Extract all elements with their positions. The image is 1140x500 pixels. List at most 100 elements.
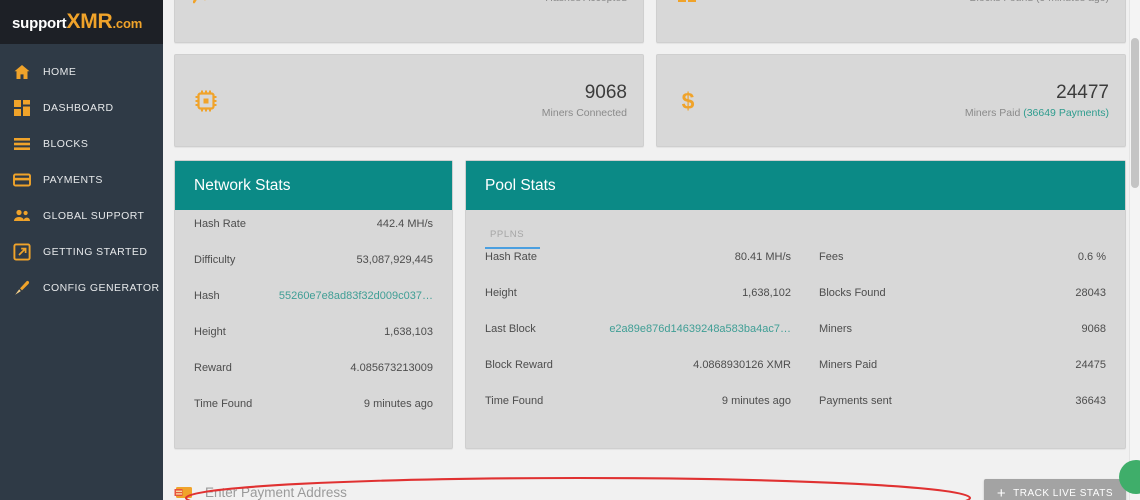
table-row: Miners Paid 24475	[819, 359, 1106, 395]
row-key: Time Found	[194, 398, 253, 410]
plus-icon: +	[996, 484, 1007, 500]
track-live-stats-button[interactable]: + TRACK LIVE STATS	[983, 478, 1126, 500]
sidebar-item-label: DASHBOARD	[43, 102, 114, 114]
row-key: Height	[194, 326, 226, 338]
row-key: Block Reward	[485, 359, 553, 371]
stat-label: Miners Connected	[541, 106, 627, 119]
panel-title: Pool Stats	[485, 176, 556, 194]
row-value: 9 minutes ago	[721, 395, 791, 407]
table-row: Blocks Found 28043	[819, 287, 1106, 323]
row-key: Reward	[194, 362, 232, 374]
stat-label: Hashes Accepted	[223, 0, 627, 4]
payments-icon	[13, 171, 31, 189]
sidebar-item-getting-started[interactable]: GETTING STARTED	[0, 234, 163, 270]
payment-address-input[interactable]	[205, 485, 964, 500]
table-row: Difficulty 53,087,929,445	[194, 254, 433, 290]
row-key: Hash	[194, 290, 220, 302]
stat-card-miners-connected: 9068 Miners Connected	[174, 54, 644, 147]
row-value-link[interactable]: 55260e7e8ad83f32d009c037…	[279, 290, 433, 302]
row-key: Miners	[819, 323, 853, 335]
payment-address-bar: + TRACK LIVE STATS	[174, 465, 1126, 500]
table-row: Height 1,638,103	[194, 326, 433, 362]
stat-card-miners-paid: $ 24477 Miners Paid (36649 Payments)	[656, 54, 1126, 147]
sidebar-item-global-support[interactable]: GLOBAL SUPPORT	[0, 198, 163, 234]
table-row: Height 1,638,102	[485, 287, 791, 323]
sidebar-item-home[interactable]: HOME	[0, 54, 163, 90]
stat-card-hashes-accepted: Hashes Accepted	[174, 0, 644, 43]
stat-cards-row-top: Hashes Accepted Blocks Found (9 minutes …	[174, 0, 1126, 43]
row-key: Fees	[819, 251, 844, 263]
pool-stats-columns: Hash Rate 80.41 MH/s Height 1,638,102 La…	[485, 251, 1106, 431]
sidebar-item-payments[interactable]: PAYMENTS	[0, 162, 163, 198]
table-row: Miners 9068	[819, 323, 1106, 359]
stat-card-body: Hashes Accepted	[223, 0, 627, 4]
sidebar-item-label: HOME	[43, 66, 77, 78]
getting-started-icon	[13, 243, 31, 261]
pool-stats-body: PPLNS Hash Rate 80.41 MH/s Height 1,638,…	[466, 210, 1125, 445]
stat-card-body: Blocks Found (9 minutes ago)	[705, 0, 1109, 4]
stat-value: 9068	[584, 82, 627, 104]
brand-prefix: support	[12, 15, 67, 32]
row-value: 53,087,929,445	[356, 254, 433, 266]
table-row: Time Found 9 minutes ago	[194, 398, 433, 434]
blocks-squares-icon	[675, 0, 705, 8]
main-content: Hashes Accepted Blocks Found (9 minutes …	[163, 0, 1140, 500]
sidebar-item-label: CONFIG GENERATOR	[43, 282, 160, 294]
page-scrollbar-thumb[interactable]	[1131, 38, 1139, 188]
stat-cards-row-second: 9068 Miners Connected $ 24477 Miners Pai…	[174, 54, 1126, 147]
row-value: 9 minutes ago	[363, 398, 433, 410]
brand-logo[interactable]: supportXMR.com	[0, 0, 163, 44]
brand-dotcom: .com	[112, 16, 143, 31]
row-value: 28043	[1075, 287, 1106, 299]
table-row: Hash 55260e7e8ad83f32d009c037…	[194, 290, 433, 326]
row-key: Difficulty	[194, 254, 236, 266]
row-key: Time Found	[485, 395, 544, 407]
row-key: Hash Rate	[194, 218, 246, 230]
row-value: 9068	[1081, 323, 1106, 335]
dashboard-icon	[13, 99, 31, 117]
pool-stats-tabs: PPLNS	[485, 218, 1106, 249]
row-value: 1,638,102	[742, 287, 791, 299]
stat-label-text: Miners Paid	[964, 106, 1024, 119]
brand-text: supportXMR.com	[12, 10, 142, 34]
network-stats-header: Network Stats	[175, 161, 452, 210]
config-generator-icon	[13, 279, 31, 297]
table-row: Reward 4.085673213009	[194, 362, 433, 398]
sidebar-item-label: BLOCKS	[43, 138, 89, 150]
stat-card-body: 24477 Miners Paid (36649 Payments)	[705, 82, 1109, 119]
table-row: Last Block e2a89e876d14639248a583ba4ac7…	[485, 323, 791, 359]
svg-text:$: $	[682, 88, 695, 114]
row-value: 1,638,103	[384, 326, 433, 338]
sidebar-nav: HOME DASHBOARD BLOCKS PAYMENTS GLOBAL SU…	[0, 44, 163, 306]
app-root: supportXMR.com HOME DASHBOARD BLOCKS PAY…	[0, 0, 1140, 500]
stat-label-sub[interactable]: (36649 Payments)	[1023, 107, 1109, 119]
table-row: Hash Rate 80.41 MH/s	[485, 251, 791, 287]
row-value: 36643	[1075, 395, 1106, 407]
panel-title: Network Stats	[194, 176, 291, 194]
sidebar-item-config-generator[interactable]: CONFIG GENERATOR	[0, 270, 163, 306]
wallet-icon	[174, 484, 196, 500]
row-key: Miners Paid	[819, 359, 878, 371]
pool-stats-left-column: Hash Rate 80.41 MH/s Height 1,638,102 La…	[485, 251, 815, 431]
sidebar-item-dashboard[interactable]: DASHBOARD	[0, 90, 163, 126]
network-stats-panel: Network Stats Hash Rate 442.4 MH/s Diffi…	[174, 160, 453, 449]
row-key: Height	[485, 287, 517, 299]
table-row: Time Found 9 minutes ago	[485, 395, 791, 431]
tab-pplns[interactable]: PPLNS	[485, 225, 541, 249]
global-support-icon	[13, 207, 31, 225]
sidebar-item-blocks[interactable]: BLOCKS	[0, 126, 163, 162]
stats-panels: Network Stats Hash Rate 442.4 MH/s Diffi…	[174, 160, 1126, 449]
sidebar: supportXMR.com HOME DASHBOARD BLOCKS PAY…	[0, 0, 163, 500]
stat-card-body: 9068 Miners Connected	[223, 82, 627, 119]
row-key: Blocks Found	[819, 287, 886, 299]
row-value-link[interactable]: e2a89e876d14639248a583ba4ac7…	[609, 323, 791, 335]
table-row: Hash Rate 442.4 MH/s	[194, 218, 433, 254]
track-live-stats-label: TRACK LIVE STATS	[1013, 487, 1113, 499]
network-stats-rows: Hash Rate 442.4 MH/s Difficulty 53,087,9…	[194, 218, 433, 434]
sidebar-item-label: GLOBAL SUPPORT	[43, 210, 145, 222]
home-icon	[13, 63, 31, 81]
network-stats-body: Hash Rate 442.4 MH/s Difficulty 53,087,9…	[175, 210, 452, 448]
row-value: 4.0868930126 XMR	[693, 359, 791, 371]
row-key: Payments sent	[819, 395, 892, 407]
row-key: Last Block	[485, 323, 536, 335]
